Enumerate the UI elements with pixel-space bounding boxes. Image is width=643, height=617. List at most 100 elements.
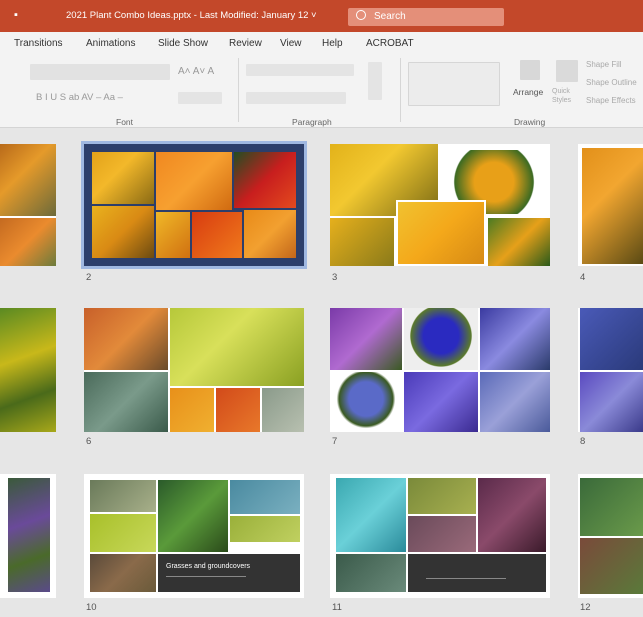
photo xyxy=(84,308,168,370)
photo xyxy=(580,372,643,432)
group-font-label: Font xyxy=(116,117,134,127)
list-buttons[interactable] xyxy=(246,64,354,76)
photo xyxy=(156,152,232,210)
slide-caption: Grasses and groundcovers xyxy=(166,563,251,570)
photo xyxy=(158,480,228,552)
slide-number: 4 xyxy=(580,272,586,283)
tab-acrobat[interactable]: ACROBAT xyxy=(366,38,414,49)
tab-help[interactable]: Help xyxy=(322,38,343,49)
caption-bar: Grasses and groundcovers xyxy=(158,554,300,592)
photo xyxy=(156,212,190,258)
photo xyxy=(330,372,402,432)
photo xyxy=(230,516,300,542)
quick-styles-label[interactable]: Quick Styles xyxy=(552,87,584,105)
slide-number: 8 xyxy=(580,436,586,447)
photo xyxy=(580,308,643,370)
photo xyxy=(582,148,643,264)
photo xyxy=(336,478,406,552)
tab-view[interactable]: View xyxy=(280,38,302,49)
ribbon-tabs: Transitions Animations Slide Show Review… xyxy=(0,32,643,54)
photo xyxy=(262,388,304,432)
slide-number: 10 xyxy=(86,602,97,613)
slide-thumbnail[interactable] xyxy=(0,308,56,432)
slide-number: 3 xyxy=(332,272,338,283)
save-icon[interactable]: ▪ xyxy=(14,9,18,21)
font-name-box[interactable] xyxy=(30,64,170,80)
arrange-icon[interactable] xyxy=(520,60,540,80)
photo xyxy=(0,308,56,432)
photo xyxy=(90,554,156,592)
photo xyxy=(170,388,214,432)
align-buttons[interactable] xyxy=(246,92,346,104)
group-paragraph-label: Paragraph xyxy=(292,117,332,127)
slide-thumbnail[interactable] xyxy=(84,308,304,432)
shape-fill-button[interactable]: Shape Fill xyxy=(586,60,622,69)
caption-underline xyxy=(166,576,246,577)
slide-thumbnail[interactable] xyxy=(0,144,56,266)
font-color-buttons[interactable] xyxy=(178,92,222,104)
slide-thumbnail[interactable] xyxy=(578,474,643,598)
search-placeholder: Search xyxy=(374,11,406,22)
tab-animations[interactable]: Animations xyxy=(86,38,135,49)
separator xyxy=(238,58,239,122)
photo xyxy=(90,480,156,512)
photo xyxy=(216,388,260,432)
photo xyxy=(480,308,550,370)
photo xyxy=(408,516,476,552)
slide-thumbnail[interactable]: Grasses and groundcovers xyxy=(84,474,304,598)
shape-outline-button[interactable]: Shape Outline xyxy=(586,78,637,87)
slide-thumbnail[interactable] xyxy=(578,144,643,266)
separator xyxy=(400,58,401,122)
photo xyxy=(336,554,406,592)
slide-number: 11 xyxy=(332,602,342,613)
slide-thumbnail[interactable] xyxy=(330,308,550,432)
photo xyxy=(330,308,402,370)
photo xyxy=(92,152,154,204)
photo xyxy=(404,308,478,370)
document-title[interactable]: 2021 Plant Combo Ideas.pptx - Last Modif… xyxy=(66,10,317,21)
photo xyxy=(580,478,643,536)
title-bar: ▪ 2021 Plant Combo Ideas.pptx - Last Mod… xyxy=(0,0,643,32)
slide-thumbnail[interactable] xyxy=(330,144,550,266)
photo xyxy=(396,200,486,266)
photo xyxy=(478,478,546,552)
ribbon: A˄ A˅ A B I U S ab AV – Aa – Font Paragr… xyxy=(0,54,643,128)
photo xyxy=(480,372,550,432)
slide-thumbnail[interactable] xyxy=(578,308,643,432)
search-icon xyxy=(356,10,366,21)
photo xyxy=(404,372,478,432)
shape-effects-button[interactable]: Shape Effects xyxy=(586,96,636,105)
photo xyxy=(234,152,296,208)
quick-styles-icon[interactable] xyxy=(556,60,578,82)
photo xyxy=(84,372,168,432)
shapes-gallery[interactable] xyxy=(408,62,500,106)
photo xyxy=(0,218,56,266)
photo xyxy=(488,218,550,266)
text-direction-button[interactable] xyxy=(368,62,382,100)
photo xyxy=(244,210,296,258)
photo xyxy=(580,538,643,594)
slide-thumbnail[interactable] xyxy=(81,141,307,269)
photo xyxy=(192,212,242,258)
slide-thumbnail[interactable] xyxy=(0,474,56,598)
slide-sorter: 2 3 4 6 7 8 Grasses and groundcovers 10 … xyxy=(0,128,643,617)
photo xyxy=(92,206,154,258)
font-format-buttons[interactable]: B I U S ab AV – Aa – xyxy=(36,92,123,103)
font-size-buttons[interactable]: A˄ A˅ A xyxy=(178,66,214,77)
tab-review[interactable]: Review xyxy=(229,38,262,49)
slide-number: 6 xyxy=(86,436,92,447)
slide-number: 7 xyxy=(332,436,338,447)
photo xyxy=(90,514,156,552)
tab-slide-show[interactable]: Slide Show xyxy=(158,38,208,49)
photo xyxy=(330,218,394,266)
photo xyxy=(0,144,56,216)
slide-number: 12 xyxy=(580,602,591,613)
photo xyxy=(8,478,50,592)
tab-transitions[interactable]: Transitions xyxy=(14,38,63,49)
caption-underline xyxy=(426,578,506,579)
slide-thumbnail[interactable] xyxy=(330,474,550,598)
slide-number: 2 xyxy=(86,272,92,283)
arrange-label[interactable]: Arrange xyxy=(513,87,543,97)
photo xyxy=(230,480,300,514)
search-box[interactable]: Search xyxy=(348,8,504,26)
